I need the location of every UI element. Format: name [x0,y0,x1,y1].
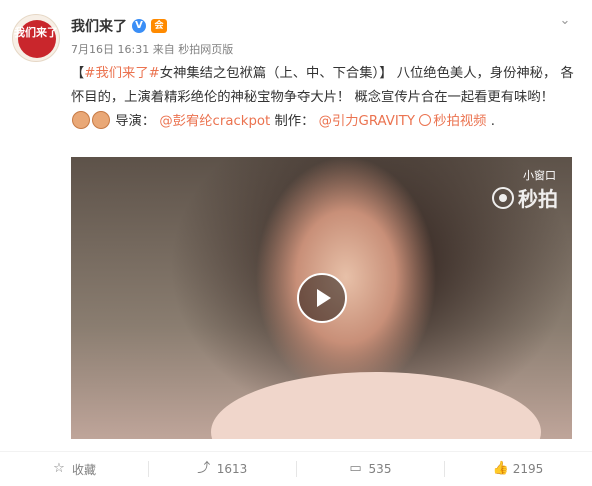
action-bar: ☆ 收藏 ⤴ 1613 ▭ 535 👍 2195 [0,452,592,486]
watermark-text: 秒拍 [518,187,558,211]
play-button[interactable] [297,273,347,323]
comment-icon: ▭ [349,461,362,476]
like-count: 2195 [512,462,544,476]
forward-icon: ⤴ [197,461,211,476]
post-time[interactable]: 7月16日 16:31 [71,43,149,56]
post-content: 【#我们来了#女神集结之包袱篇（上、中、下合集）】 八位绝色美人，身份神秘， 各… [71,62,575,134]
producer-mention[interactable]: @引力GRAVITY [319,114,415,129]
verified-badge-icon[interactable]: V [132,19,146,33]
video-link-label: 秒拍视频 [433,114,487,129]
bracket-open: 【 [71,66,85,81]
post-title: 女神集结之包袱篇（上、中、下合集） [159,66,380,81]
producer-label: 制作： [274,114,315,129]
video-player[interactable]: 小窗口 秒拍 [71,157,572,439]
member-badge-icon[interactable]: 会 [151,19,167,33]
emoji-icon [72,111,90,129]
avatar-text: 我们来了 [14,26,58,39]
forward-button[interactable]: ⤴ 1613 [148,452,296,486]
play-icon [317,289,331,307]
source-link[interactable]: 秒拍网页版 [178,43,233,56]
hashtag-link[interactable]: #我们来了# [84,66,159,81]
avatar[interactable]: 我们来了 [12,14,60,62]
comment-count: 535 [368,462,392,476]
bracket-close: 】 [379,66,393,81]
end-punct: . [490,114,495,129]
username-link[interactable]: 我们来了 [71,16,127,36]
forward-count: 1613 [216,462,248,476]
video-link[interactable]: 秒拍视频 [419,114,486,129]
mini-window-button[interactable]: 小窗口 [523,167,556,183]
camera-icon [492,186,514,209]
emoji-icon [92,111,110,129]
director-label: 导演： [115,114,156,129]
comment-button[interactable]: ▭ 535 [296,452,444,486]
like-button[interactable]: 👍 2195 [444,452,592,486]
favorite-button[interactable]: ☆ 收藏 [0,452,148,486]
play-link-icon [419,114,432,126]
star-icon: ☆ [53,461,65,476]
like-icon: 👍 [492,461,509,476]
source-prefix: 来自 [152,43,175,56]
chevron-down-icon[interactable]: ⌄ [558,14,572,28]
director-mention[interactable]: @彭宥纶crackpot [159,114,270,129]
video-watermark: 秒拍 [492,183,558,212]
user-header: 我们来了 V 会 [71,16,167,36]
favorite-label: 收藏 [71,462,96,477]
post-meta: 7月16日 16:31 来自 秒拍网页版 [71,41,233,57]
